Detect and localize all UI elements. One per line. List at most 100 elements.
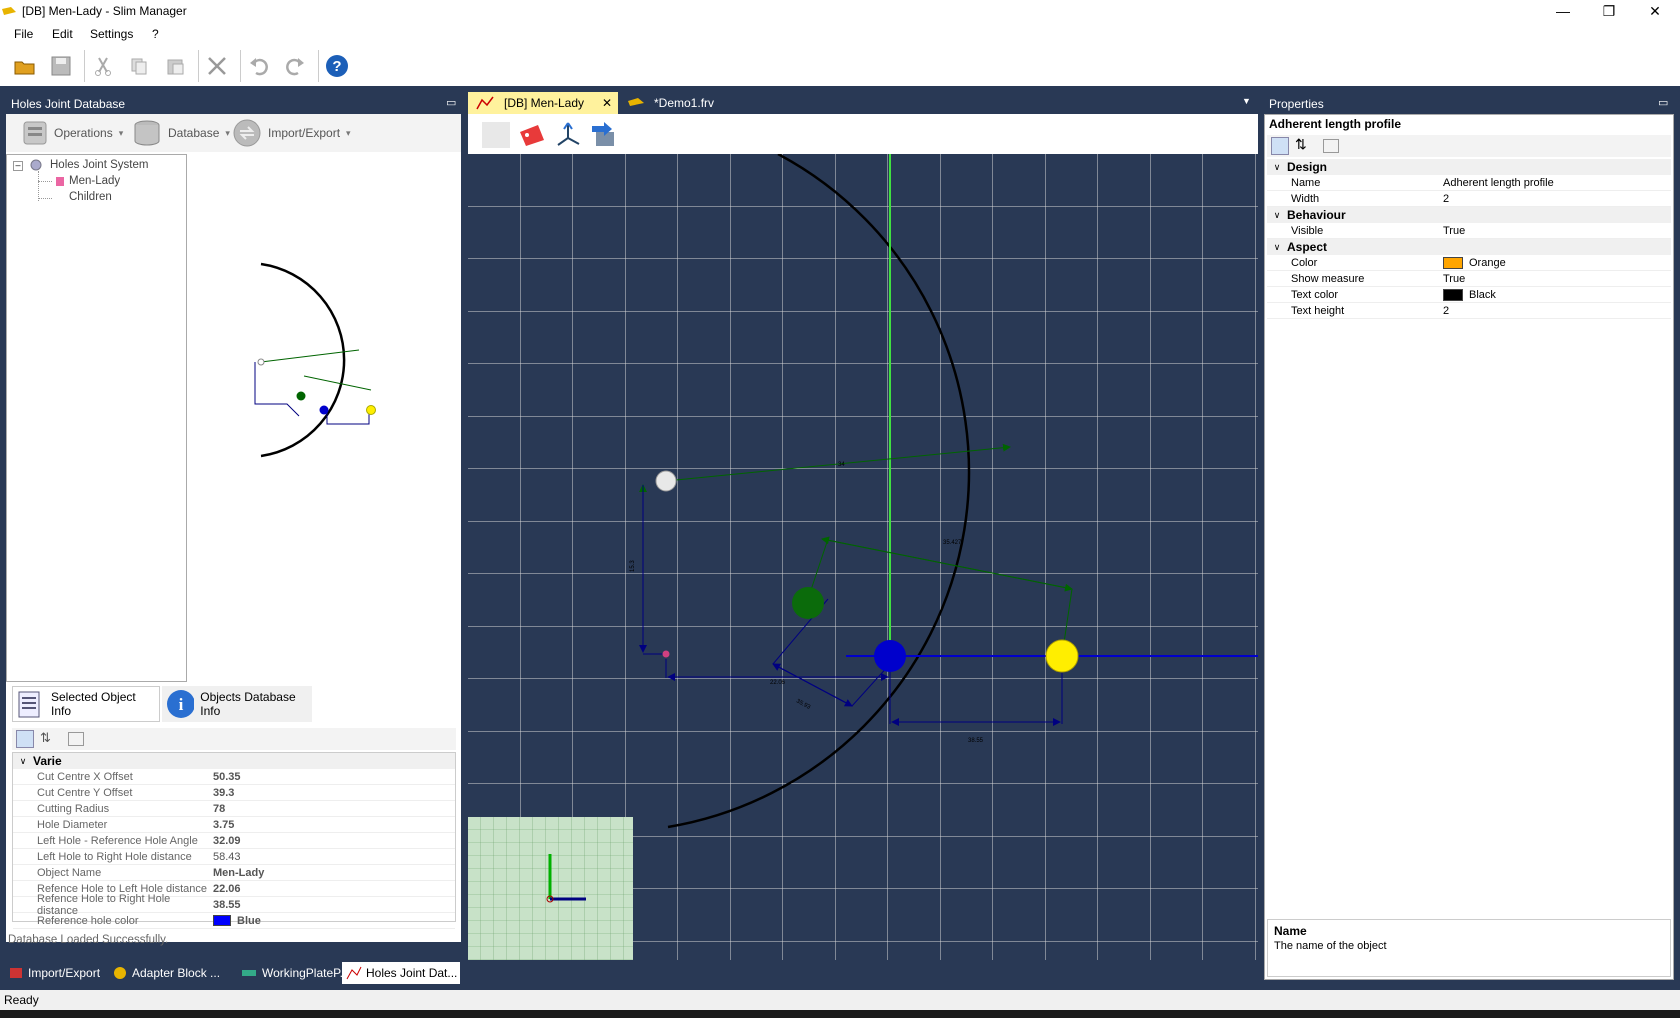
prop-value-text: Orange (1469, 256, 1506, 269)
prop-row[interactable]: Cutting Radius 78 (13, 801, 455, 817)
collapse-icon[interactable]: ∨ (1267, 210, 1287, 221)
collapse-icon[interactable]: ∨ (1267, 162, 1287, 173)
help-text: The name of the object (1274, 940, 1387, 952)
selected-object-props: ∨ Varie Cut Centre X Offset 50.35 Cut Centr… (12, 752, 456, 929)
categorized-icon[interactable] (1271, 137, 1289, 155)
undo-icon[interactable] (244, 52, 274, 80)
menu-settings[interactable]: Settings (90, 27, 133, 41)
reference-point-white[interactable] (655, 470, 677, 492)
pin-icon[interactable]: ▭ (446, 96, 456, 109)
select-tool-icon[interactable] (482, 122, 510, 148)
paste-icon[interactable] (160, 52, 190, 80)
category-design[interactable]: ∨ Design (1267, 159, 1671, 175)
delete-icon[interactable] (202, 52, 232, 80)
property-pages-icon[interactable] (1323, 139, 1339, 153)
reference-hole-blue[interactable] (874, 640, 906, 672)
bottom-tab-adapter-block[interactable]: Adapter Block ... (110, 962, 230, 984)
menu-help[interactable]: ? (152, 27, 159, 41)
tab-list-dropdown-icon[interactable]: ▼ (1242, 96, 1251, 106)
dim-label-diag: 35.427 (943, 540, 962, 546)
menu-edit[interactable]: Edit (52, 27, 73, 41)
right-hole-yellow[interactable] (1045, 639, 1079, 673)
prop-row[interactable]: Text color Black (1267, 287, 1671, 303)
prop-row[interactable]: Left Hole to Right Hole distance 58.43 (13, 849, 455, 865)
save-icon[interactable] (46, 52, 76, 80)
restore-button[interactable]: ❐ (1586, 0, 1632, 24)
dim-label-top: 34 (838, 462, 845, 468)
property-help: Name The name of the object (1267, 919, 1671, 977)
drawing-canvas[interactable]: 34 15.3 35.427 22.06 35.93 38.55 (468, 154, 1258, 960)
frv-icon (628, 98, 644, 106)
category-aspect[interactable]: ∨ Aspect (1267, 239, 1671, 255)
minimize-button[interactable]: — (1540, 0, 1586, 24)
category-title: Aspect (1287, 240, 1328, 254)
cut-icon[interactable] (88, 52, 118, 80)
bottom-tab-import-export[interactable]: Import/Export (8, 962, 108, 984)
sort-alpha-icon[interactable]: ⇅ (40, 730, 51, 746)
open-folder-icon[interactable] (10, 52, 40, 80)
tree-root[interactable]: Holes Joint System (50, 159, 148, 171)
properties-panel: Adherent length profile ⇅ ∨ Design Name Adh… (1264, 114, 1674, 980)
tab-demo1[interactable]: *Demo1.frv (626, 92, 766, 114)
tag-tool-icon[interactable] (518, 122, 546, 148)
category-behaviour[interactable]: ∨ Behaviour (1267, 207, 1671, 223)
prop-value-text: Adherent length profile (1443, 176, 1554, 189)
property-pages-icon[interactable] (68, 732, 84, 746)
prop-row[interactable]: Color Orange (1267, 255, 1671, 271)
prop-row[interactable]: Width 2 (1267, 191, 1671, 207)
prop-name: Reference hole color (37, 914, 139, 927)
prop-row[interactable]: Object Name Men-Lady (13, 865, 455, 881)
document-info-icon (18, 691, 40, 718)
canvas-toolbar (468, 114, 1258, 154)
collapse-icon[interactable]: ∨ (1267, 242, 1287, 253)
origin-point[interactable] (662, 650, 670, 658)
prop-row[interactable]: Cut Centre X Offset 50.35 (13, 769, 455, 785)
tree-collapse-icon[interactable]: – (13, 161, 23, 171)
tab-objects-database-info[interactable]: i Objects Database Info (162, 686, 312, 722)
import-export-dropdown[interactable]: Import/Export ▾ (232, 118, 362, 148)
tree-item-men-lady[interactable]: Men-Lady (69, 175, 120, 187)
prop-row[interactable]: Show measure True (1267, 271, 1671, 287)
left-hole-green[interactable] (792, 587, 824, 619)
prop-value: 38.55 (213, 899, 241, 911)
prop-name: Cut Centre Y Offset (37, 786, 133, 799)
bottom-tab-label: Import/Export (28, 966, 101, 980)
help-title: Name (1274, 924, 1307, 938)
tab-objects-label: Objects Database Info (200, 690, 296, 718)
prop-row[interactable]: Cut Centre Y Offset 39.3 (13, 785, 455, 801)
prop-row[interactable]: Text height 2 (1267, 303, 1671, 319)
bottom-tab-holes-joint-db[interactable]: Holes Joint Dat... (342, 962, 460, 984)
tree-item-children[interactable]: Children (69, 191, 112, 203)
prop-value: 78 (213, 803, 225, 815)
redo-icon[interactable] (280, 52, 310, 80)
prop-row[interactable]: Refence Hole to Right Hole distance 38.55 (13, 893, 455, 917)
copy-icon[interactable] (124, 52, 154, 80)
prop-row[interactable]: Hole Diameter 3.75 (13, 817, 455, 833)
close-button[interactable]: ✕ (1632, 0, 1678, 24)
sort-alpha-icon[interactable]: ⇅ (1295, 136, 1307, 153)
app-icon (2, 7, 16, 15)
prop-value: True (1443, 225, 1465, 237)
prop-value: 22.06 (213, 883, 241, 895)
prop-row[interactable]: Left Hole - Reference Hole Angle 32.09 (13, 833, 455, 849)
tab-db-men-lady[interactable]: [DB] Men-Lady ✕ (468, 92, 618, 114)
menu-file[interactable]: File (14, 27, 33, 41)
tab-selected-object-info[interactable]: Selected Object Info (12, 686, 160, 722)
prop-row[interactable]: Name Adherent length profile (1267, 175, 1671, 191)
export-tool-icon[interactable] (590, 120, 618, 148)
collapse-varie-icon[interactable]: ∨ (13, 756, 33, 767)
categorized-icon[interactable] (16, 730, 34, 748)
bottom-tab-working-plate[interactable]: WorkingPlateP... (236, 962, 350, 984)
help-icon[interactable]: ? (322, 52, 352, 80)
operations-dropdown[interactable]: Operations ▾ (22, 120, 132, 146)
prop-value-text: 78 (213, 802, 226, 815)
properties-pin-icon[interactable]: ▭ (1658, 96, 1668, 109)
axes-tool-icon[interactable] (554, 120, 582, 148)
prop-row[interactable]: Reference hole color Blue (13, 913, 455, 929)
prop-value-text: 2 (1443, 304, 1450, 317)
prop-row[interactable]: Visible True (1267, 223, 1671, 239)
database-dropdown[interactable]: Database ▾ (132, 118, 236, 148)
import-export-icon (233, 119, 261, 147)
close-tab-icon[interactable]: ✕ (602, 92, 612, 114)
properties-title: Properties (1264, 94, 1674, 114)
